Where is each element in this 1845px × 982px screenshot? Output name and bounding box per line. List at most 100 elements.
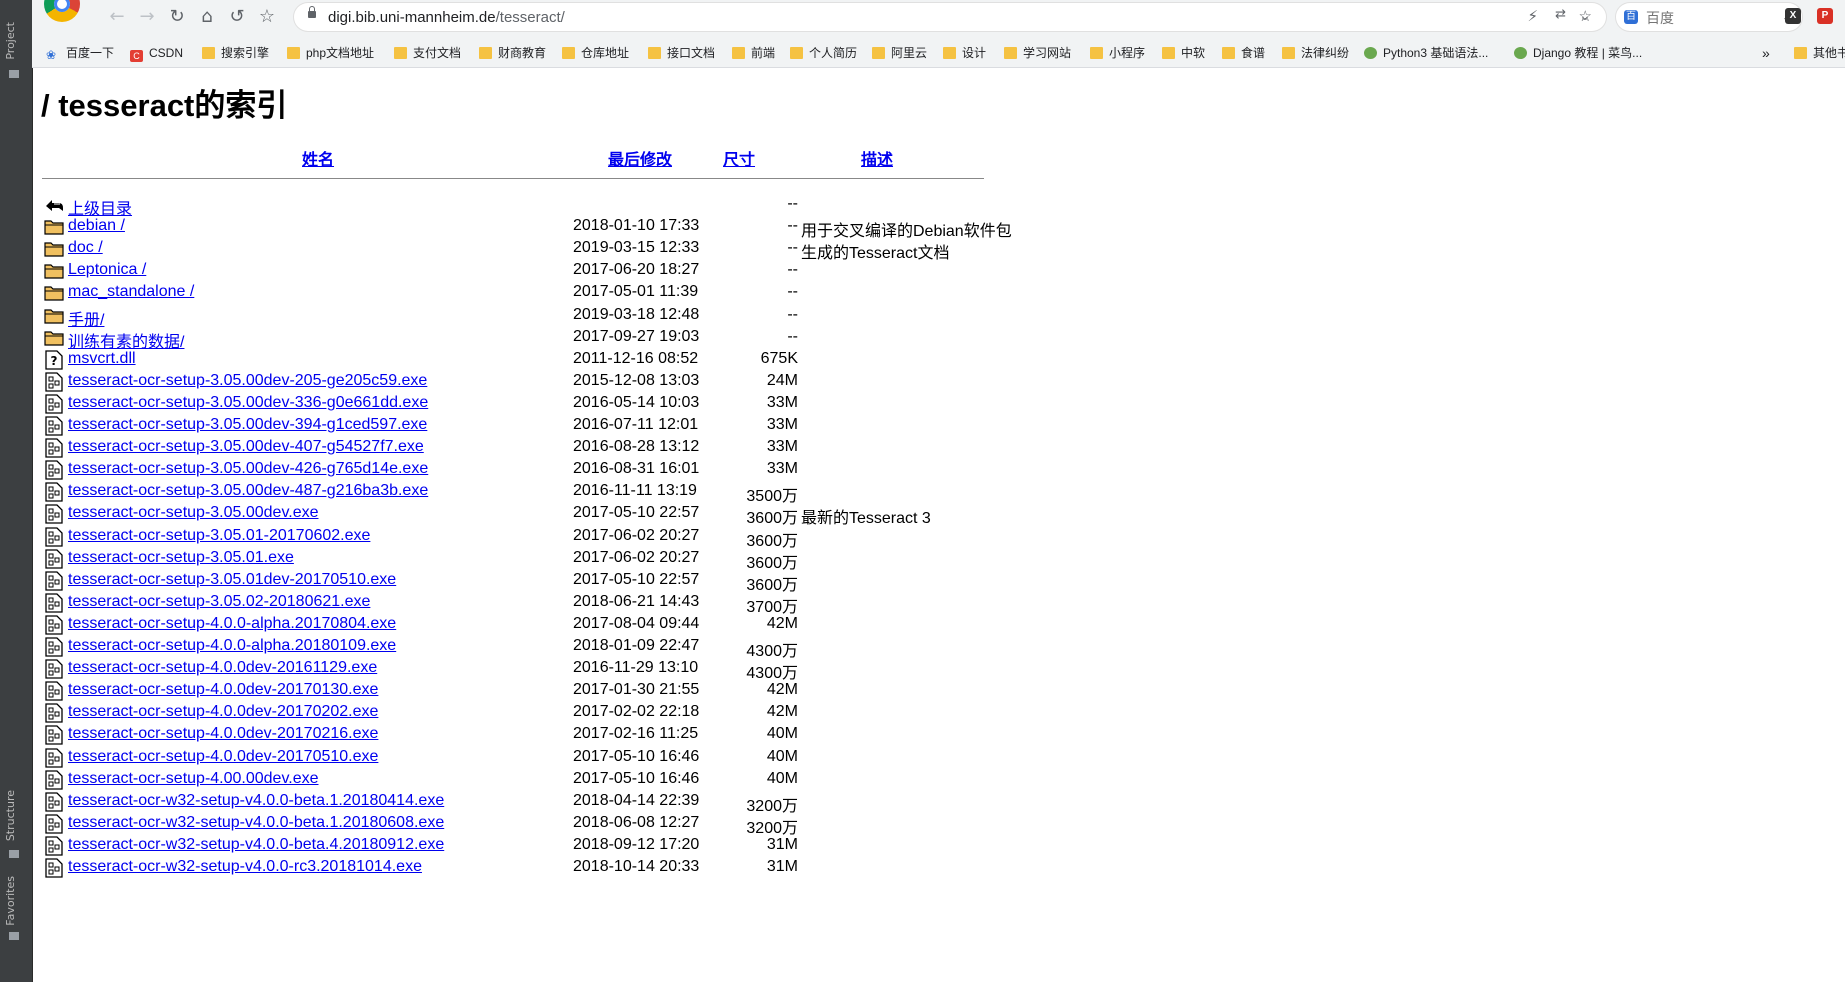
ide-tab-favorites[interactable]: Favorites: [4, 876, 17, 926]
bookmark-item[interactable]: 搜索引擎: [202, 45, 269, 61]
bookmark-item[interactable]: 接口文档: [648, 45, 715, 61]
binary-file-icon: [44, 571, 64, 591]
bookmark-label: 仓库地址: [581, 46, 630, 60]
file-link[interactable]: mac_standalone /: [68, 283, 194, 301]
bookmark-item[interactable]: 仓库地址: [562, 45, 629, 61]
bookmark-star-icon[interactable]: ☆: [256, 6, 278, 28]
file-link[interactable]: doc /: [68, 239, 103, 257]
file-size: 3700万: [746, 598, 798, 616]
more-bookmarks-button[interactable]: »: [1762, 45, 1770, 61]
lightning-icon[interactable]: ⚡: [1527, 7, 1538, 25]
file-link[interactable]: tesseract-ocr-setup-4.0.0dev-20170202.ex…: [68, 703, 378, 721]
bookmark-item[interactable]: ❀ 百度一下: [46, 45, 114, 62]
bookmark-item[interactable]: 小程序: [1090, 45, 1145, 61]
file-link[interactable]: tesseract-ocr-setup-4.0.0dev-20161129.ex…: [68, 659, 377, 677]
file-link[interactable]: tesseract-ocr-setup-3.05.00dev-407-g5452…: [68, 438, 424, 456]
bookmark-item[interactable]: 前端: [732, 45, 775, 61]
bookmark-item[interactable]: 学习网站: [1004, 45, 1071, 61]
file-link[interactable]: tesseract-ocr-setup-3.05.01dev-20170510.…: [68, 571, 396, 589]
file-link[interactable]: tesseract-ocr-setup-3.05.00dev-336-g0e66…: [68, 394, 428, 412]
file-link[interactable]: 上级目录: [68, 195, 132, 219]
bookmark-item[interactable]: C CSDN: [130, 45, 183, 62]
bookmark-item[interactable]: 中软: [1162, 45, 1205, 61]
bookmark-item[interactable]: php文档地址: [287, 45, 374, 61]
header-name-link[interactable]: 姓名: [302, 146, 334, 170]
file-size: 4300万: [746, 665, 798, 683]
folder-icon: [1282, 47, 1295, 59]
file-link[interactable]: tesseract-ocr-setup-3.05.01-20170602.exe: [68, 527, 370, 545]
header-size-link[interactable]: 尺寸: [723, 146, 755, 170]
extension-x-icon[interactable]: X: [1785, 8, 1801, 24]
file-link[interactable]: tesseract-ocr-w32-setup-v4.0.0-beta.1.20…: [68, 814, 444, 832]
ide-tab-project[interactable]: Project: [4, 22, 17, 60]
search-box[interactable]: 百 ⌕: [1616, 3, 1802, 31]
file-modified: 2017-05-10 22:57: [573, 504, 700, 522]
bookmark-item[interactable]: 个人简历: [790, 45, 857, 61]
ide-tab-structure[interactable]: Structure: [4, 790, 17, 841]
file-link[interactable]: tesseract-ocr-w32-setup-v4.0.0-beta.4.20…: [68, 836, 444, 854]
translate-icon[interactable]: ⇄: [1555, 7, 1566, 22]
file-link[interactable]: tesseract-ocr-setup-3.05.00dev-205-ge205…: [68, 372, 427, 390]
bookmark-item[interactable]: 法律纠纷: [1282, 45, 1349, 61]
folder-icon: [287, 47, 300, 59]
back-arrow-icon[interactable]: ←: [106, 6, 128, 28]
bookmark-item[interactable]: 阿里云: [872, 45, 927, 61]
file-size: --: [787, 195, 798, 212]
file-link[interactable]: Leptonica /: [68, 261, 146, 279]
project-icon: [9, 70, 19, 78]
file-link[interactable]: tesseract-ocr-setup-3.05.00dev-487-g216b…: [68, 482, 428, 500]
bookmarks-bar: ❀ 百度一下 C CSDN 搜索引擎 php文档地址 支付文档 财商教育 仓库地址 …: [32, 38, 1845, 66]
chevron-down-icon[interactable]: ⌄: [1574, 6, 1596, 28]
file-link[interactable]: tesseract-ocr-setup-4.00.00dev.exe: [68, 770, 319, 788]
bookmark-item[interactable]: 财商教育: [479, 45, 546, 61]
header-modified-link[interactable]: 最后修改: [608, 146, 672, 170]
file-link[interactable]: 手册/: [68, 306, 104, 330]
bookmark-item[interactable]: Django 教程 | 菜鸟...: [1514, 45, 1642, 61]
bookmark-item[interactable]: 设计: [943, 45, 986, 61]
folder-icon: [44, 261, 64, 281]
file-link[interactable]: tesseract-ocr-w32-setup-v4.0.0-beta.1.20…: [68, 792, 444, 810]
file-modified: 2017-05-01 11:39: [573, 283, 699, 301]
file-modified: 2018-04-14 22:39: [573, 791, 700, 809]
file-link[interactable]: debian /: [68, 217, 125, 235]
header-description-link[interactable]: 描述: [861, 146, 893, 170]
file-link[interactable]: msvcrt.dll: [68, 350, 136, 368]
binary-file-icon: [44, 769, 64, 790]
browser-toolbar: ← → ↻ ⌂ ↺ ☆ digi.bib.uni-mannheim.de/tes…: [32, 0, 1845, 34]
address-bar[interactable]: digi.bib.uni-mannheim.de/tesseract/ ⚡ ⇄ …: [294, 3, 1606, 31]
url-text[interactable]: digi.bib.uni-mannheim.de/tesseract/: [328, 9, 565, 26]
binary-file-icon: [44, 372, 64, 392]
reload-icon[interactable]: ↻: [166, 6, 188, 28]
undo-icon[interactable]: ↺: [226, 6, 248, 28]
file-link[interactable]: tesseract-ocr-setup-4.0.0dev-20170216.ex…: [68, 725, 378, 743]
star-icon: [9, 932, 19, 940]
file-link[interactable]: tesseract-ocr-setup-4.0.0dev-20170130.ex…: [68, 681, 378, 699]
file-link[interactable]: tesseract-ocr-setup-3.05.00dev-426-g765d…: [68, 460, 428, 478]
file-modified: 2017-09-27 19:03: [573, 327, 700, 345]
binary-file-icon: [44, 725, 64, 746]
file-link[interactable]: tesseract-ocr-setup-3.05.02-20180621.exe: [68, 593, 370, 611]
bookmark-item[interactable]: 食谱: [1222, 45, 1265, 61]
home-icon[interactable]: ⌂: [196, 6, 218, 28]
file-link[interactable]: tesseract-ocr-w32-setup-v4.0.0-rc3.20181…: [68, 858, 422, 876]
bookmark-item[interactable]: 其他书: [1794, 45, 1845, 61]
file-size: 24M: [766, 371, 798, 389]
folder-icon: [1222, 47, 1235, 59]
extension-pdf-icon[interactable]: P: [1817, 8, 1833, 24]
file-link[interactable]: tesseract-ocr-setup-3.05.00dev.exe: [68, 504, 319, 522]
bookmark-item[interactable]: Python3 基础语法...: [1364, 45, 1488, 61]
bookmark-item[interactable]: 支付文档: [394, 45, 461, 61]
file-link[interactable]: 训练有素的数据/: [68, 328, 184, 352]
file-link[interactable]: tesseract-ocr-setup-3.05.01.exe: [68, 549, 294, 567]
search-input[interactable]: [1644, 7, 1768, 29]
file-modified: 2017-01-30 21:55: [573, 681, 700, 699]
file-link[interactable]: tesseract-ocr-setup-3.05.00dev-394-g1ced…: [68, 416, 427, 434]
forward-arrow-icon[interactable]: →: [136, 6, 158, 28]
file-link[interactable]: tesseract-ocr-setup-4.0.0-alpha.20170804…: [68, 615, 396, 633]
file-size: 3200万: [746, 797, 798, 815]
file-link[interactable]: tesseract-ocr-setup-4.0.0dev-20170510.ex…: [68, 748, 378, 766]
file-modified: 2018-06-21 14:43: [573, 592, 700, 610]
file-link[interactable]: tesseract-ocr-setup-4.0.0-alpha.20180109…: [68, 637, 396, 655]
structure-icon: [9, 850, 19, 858]
file-size: 33M: [766, 438, 798, 456]
